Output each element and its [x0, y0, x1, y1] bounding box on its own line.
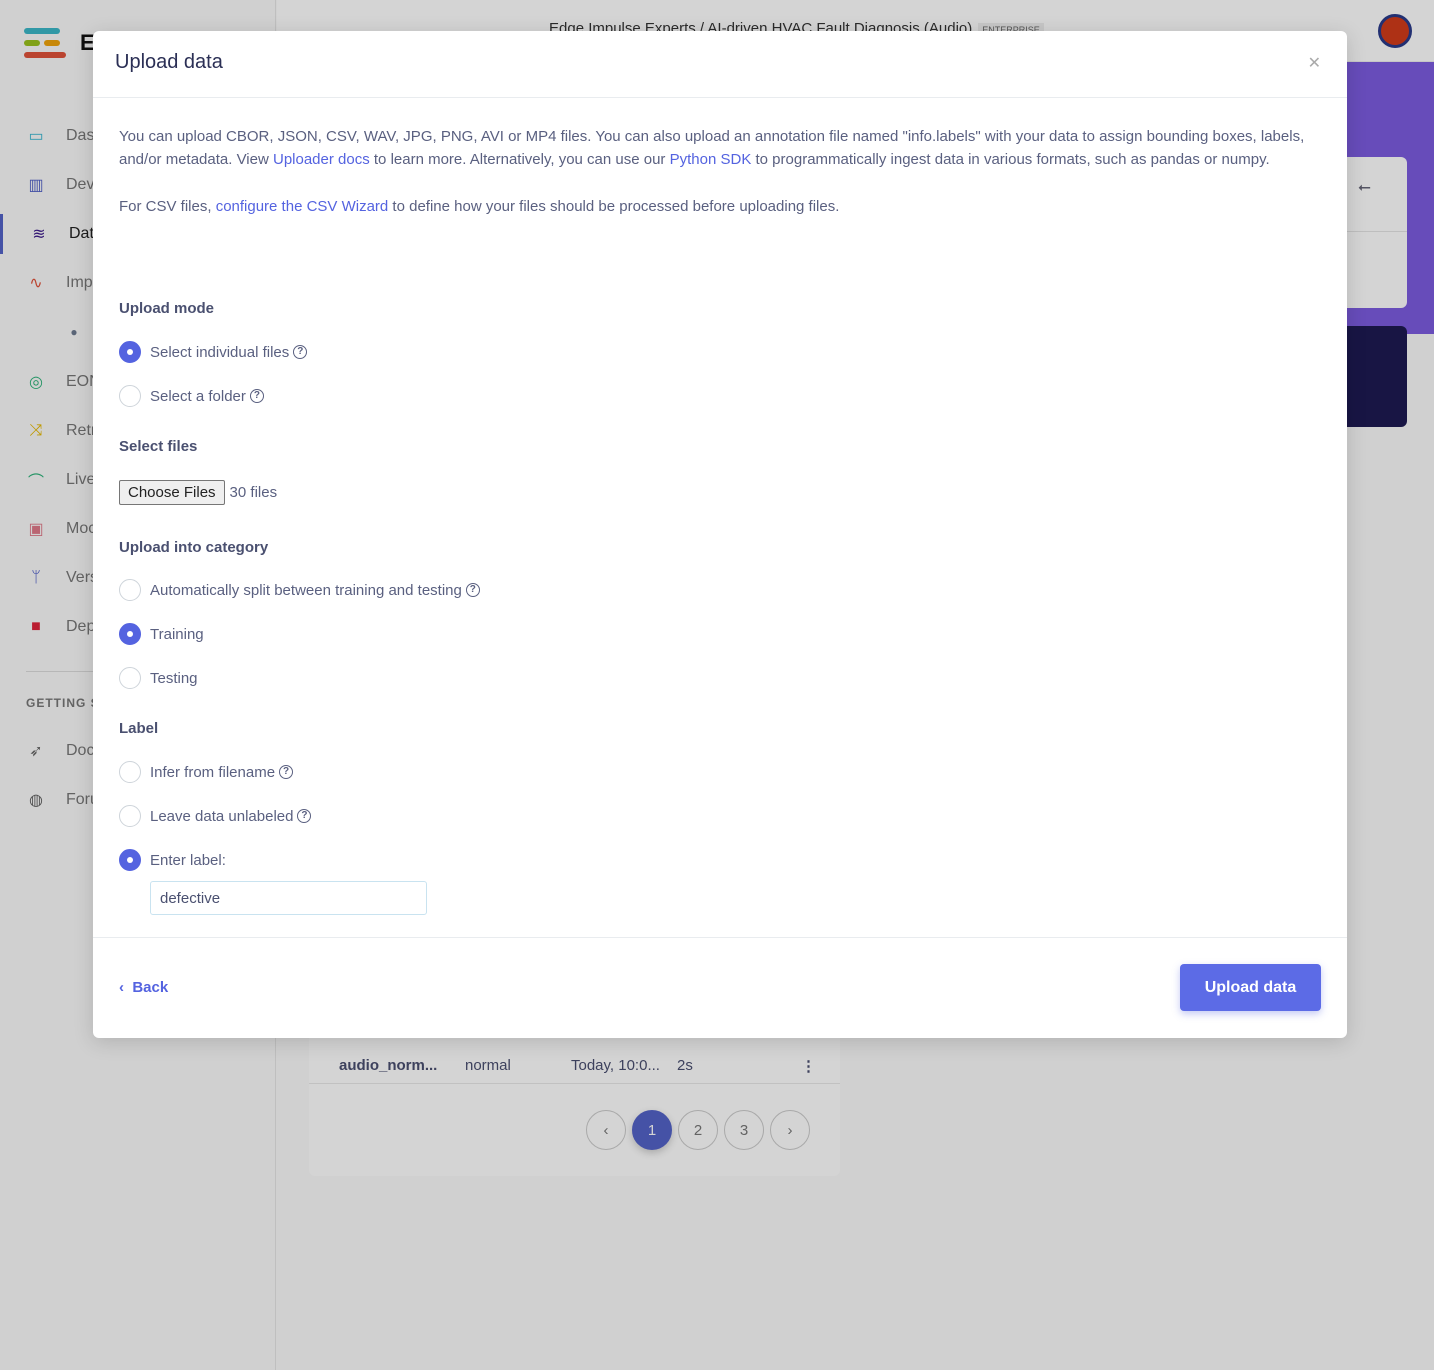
- option-label: Leave data unlabeled: [150, 807, 294, 825]
- label-input[interactable]: [150, 881, 427, 915]
- label-section-label: Label: [119, 720, 159, 737]
- intro-text: You can upload CBOR, JSON, CSV, WAV, JPG…: [119, 125, 1317, 171]
- upload-data-button[interactable]: Upload data: [1180, 964, 1321, 1011]
- help-icon[interactable]: ?: [465, 583, 480, 597]
- radio-button[interactable]: [119, 761, 141, 783]
- help-icon[interactable]: ?: [279, 765, 294, 779]
- modal-body: You can upload CBOR, JSON, CSV, WAV, JPG…: [119, 125, 1317, 915]
- radio-training[interactable]: Training: [119, 623, 204, 645]
- close-icon[interactable]: ✕: [1308, 53, 1321, 73]
- csv-wizard-link[interactable]: configure the CSV Wizard: [216, 198, 389, 215]
- csv-part: to define how your files should be proce…: [388, 198, 840, 215]
- back-label: Back: [132, 979, 169, 996]
- radio-button[interactable]: [119, 385, 141, 407]
- intro-part: to learn more. Alternatively, you can us…: [369, 151, 670, 168]
- radio-auto-split[interactable]: Automatically split between training and…: [119, 579, 480, 601]
- modal-title: Upload data: [115, 51, 223, 73]
- radio-enter-label[interactable]: Enter label:: [119, 849, 226, 871]
- option-label: Testing: [150, 669, 198, 687]
- option-label: Automatically split between training and…: [150, 581, 462, 599]
- radio-button[interactable]: [119, 341, 141, 363]
- uploader-docs-link[interactable]: Uploader docs: [273, 151, 370, 168]
- radio-button[interactable]: [119, 805, 141, 827]
- help-icon[interactable]: ?: [297, 809, 312, 823]
- radio-button[interactable]: [119, 849, 141, 871]
- choose-files-button[interactable]: Choose Files: [119, 480, 225, 505]
- csv-text: For CSV files, configure the CSV Wizard …: [119, 195, 1317, 218]
- modal-header: Upload data ✕: [93, 31, 1347, 98]
- option-label: Infer from filename: [150, 763, 276, 781]
- radio-select-individual-files[interactable]: Select individual files?: [119, 341, 308, 363]
- option-label: Enter label:: [150, 851, 226, 869]
- radio-select-folder[interactable]: Select a folder?: [119, 385, 264, 407]
- python-sdk-link[interactable]: Python SDK: [670, 151, 752, 168]
- radio-button[interactable]: [119, 623, 141, 645]
- intro-part: to programmatically ingest data in vario…: [751, 151, 1270, 168]
- chevron-left-icon: ‹: [119, 979, 124, 996]
- radio-testing[interactable]: Testing: [119, 667, 198, 689]
- back-button[interactable]: ‹ Back: [119, 979, 168, 996]
- radio-leave-unlabeled[interactable]: Leave data unlabeled?: [119, 805, 312, 827]
- select-files-label: Select files: [119, 438, 198, 455]
- radio-button[interactable]: [119, 667, 141, 689]
- help-icon[interactable]: ?: [293, 345, 308, 359]
- radio-infer-from-filename[interactable]: Infer from filename?: [119, 761, 294, 783]
- radio-button[interactable]: [119, 579, 141, 601]
- csv-part: For CSV files,: [119, 198, 216, 215]
- option-label: Select a folder: [150, 387, 246, 405]
- help-icon[interactable]: ?: [249, 389, 264, 403]
- upload-mode-label: Upload mode: [119, 300, 215, 317]
- option-label: Training: [150, 625, 204, 643]
- category-label: Upload into category: [119, 539, 269, 556]
- option-label: Select individual files: [150, 343, 290, 361]
- modal-footer: ‹ Back Upload data: [93, 937, 1347, 1038]
- file-input[interactable]: Choose Files 30 files: [119, 480, 277, 505]
- upload-data-modal: Upload data ✕ You can upload CBOR, JSON,…: [93, 31, 1347, 1038]
- files-status: 30 files: [229, 484, 278, 501]
